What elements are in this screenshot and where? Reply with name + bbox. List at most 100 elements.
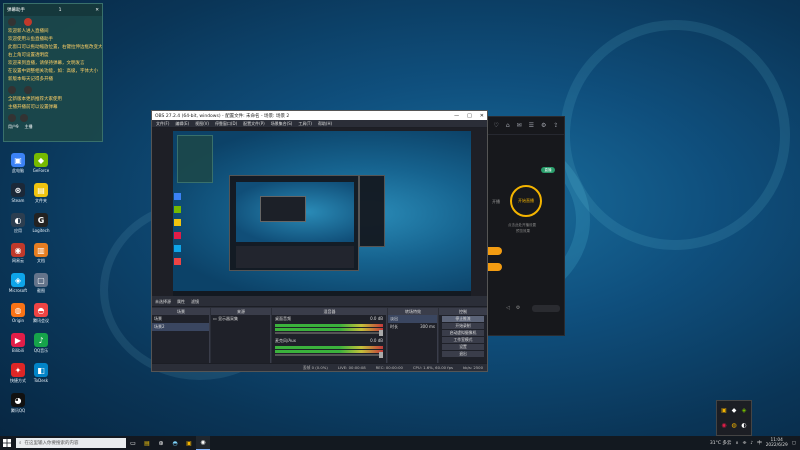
chevron-up-icon[interactable]: ∧ xyxy=(735,441,738,446)
virtual-camera-button[interactable]: 启动虚拟摄像机 xyxy=(442,330,484,336)
app-icon: ◕ xyxy=(11,393,25,407)
chat-user: 主播 xyxy=(24,124,33,129)
obs-titlebar[interactable]: OBS 27.2.4 (64-bit, windows) - 配置文件: 未命名… xyxy=(152,111,487,120)
volume-slider[interactable] xyxy=(275,330,383,336)
exit-button[interactable]: 退出 xyxy=(442,351,484,357)
menu-view[interactable]: 视图(V) xyxy=(195,121,209,127)
settings-button[interactable]: 设置 xyxy=(442,344,484,350)
studio-mode-button[interactable]: 工作室模式 xyxy=(442,337,484,343)
menu-tools[interactable]: 工具(T) xyxy=(298,121,312,127)
obs-window[interactable]: OBS 27.2.4 (64-bit, windows) - 配置文件: 未命名… xyxy=(151,110,488,372)
tray-icon[interactable]: ◈ xyxy=(740,404,748,417)
chat-user: 用户9 xyxy=(8,124,19,129)
start-live-button[interactable]: 开始直播 xyxy=(510,185,542,217)
desktop-icon[interactable]: ▤ 文件夹 xyxy=(28,183,54,204)
desktop-icon[interactable]: ◆ GeForce xyxy=(28,153,54,173)
desktop-icon[interactable]: ♪ QQ音乐 xyxy=(28,333,54,354)
ime-icon[interactable]: 中 xyxy=(757,440,762,446)
mail-icon[interactable]: ✉ xyxy=(517,122,522,129)
weather-text[interactable]: 31°C 多云 xyxy=(710,440,732,446)
chat-message: 此窗口可以拖动缩放位置，右键拉伸边框改变大小 xyxy=(8,45,102,50)
clock-date: 2022/6/29 xyxy=(765,443,788,448)
obs-taskbar-icon[interactable]: ◉ xyxy=(196,436,210,450)
chat-message: 欢迎使用斗鱼直播助手 xyxy=(8,37,53,42)
source-item[interactable]: ▭ 显示器采集 xyxy=(211,315,270,323)
close-icon[interactable]: ✕ xyxy=(480,113,484,119)
network-icon[interactable]: ⌯ xyxy=(743,440,747,446)
volume-meter xyxy=(275,346,383,349)
scene-item[interactable]: 场景2 xyxy=(152,323,209,331)
tray-icon[interactable]: ◐ xyxy=(740,419,748,432)
app-icon: ✦ xyxy=(11,363,25,377)
menu-help[interactable]: 帮助(H) xyxy=(318,121,332,127)
properties-button[interactable]: 属性 xyxy=(177,299,185,305)
close-icon[interactable]: ✕ xyxy=(95,8,99,13)
desktop-icon-label: Logitech xyxy=(32,228,50,233)
stream-app-icon[interactable]: ▣ xyxy=(182,436,196,450)
taskbar-search[interactable]: ⌕ 在这里输入你要搜索的内容 xyxy=(16,438,126,448)
duration-label: 时长 xyxy=(390,324,398,329)
app-icon: ▤ xyxy=(34,183,48,197)
status-rec: REC: 00:00:00 xyxy=(375,365,403,370)
filters-button[interactable]: 滤镜 xyxy=(191,299,199,305)
orange-tab[interactable] xyxy=(488,247,502,255)
volume-icon[interactable]: ♪ xyxy=(750,441,753,446)
stop-streaming-button[interactable]: 停止推流 xyxy=(442,316,484,322)
gear-icon[interactable]: ⚙ xyxy=(541,122,546,129)
task-view-icon[interactable]: ▭ xyxy=(126,436,140,450)
share-icon[interactable]: ⇪ xyxy=(553,122,558,129)
app-icon: ▶ xyxy=(11,333,25,347)
start-recording-button[interactable]: 开始录制 xyxy=(442,323,484,329)
transition-select[interactable]: 淡出 xyxy=(388,315,437,323)
explorer-icon[interactable]: ▤ xyxy=(140,436,154,450)
maximize-icon[interactable]: □ xyxy=(467,113,472,119)
app-icon: ◧ xyxy=(34,363,48,377)
chevron-left-icon[interactable]: ◁ xyxy=(506,305,510,311)
chat-header[interactable]: 弹幕助手 1 ✕ xyxy=(4,4,102,16)
heart-icon[interactable]: ♡ xyxy=(493,122,498,129)
tray-icon[interactable]: ◉ xyxy=(720,419,728,432)
desktop-icon[interactable]: ◓ 腾讯会议 xyxy=(28,303,54,324)
wallpaper-swirl xyxy=(560,20,790,250)
app-icon: ▥ xyxy=(34,243,48,257)
menu-icon[interactable]: ☰ xyxy=(529,122,534,129)
desktop-icon[interactable]: ▢ 截图 xyxy=(28,273,54,294)
stream-assistant-window[interactable]: ♡ ⌂ ✉ ☰ ⚙ ⇪ 直播 开播 开始直播 点击此处开播设置 预览效果 ◁ ⚙ xyxy=(487,116,565,336)
chat-app-icon[interactable]: ◓ xyxy=(168,436,182,450)
menu-edit[interactable]: 编辑(E) xyxy=(175,121,189,127)
orange-tab[interactable] xyxy=(488,263,502,271)
desktop-icon[interactable]: G Logitech xyxy=(28,213,54,233)
stream-input[interactable] xyxy=(532,305,560,312)
obs-preview[interactable] xyxy=(173,131,471,296)
gear-icon[interactable]: ⚙ xyxy=(516,305,520,311)
source-item-label: 显示器采集 xyxy=(218,316,239,321)
tray-icon[interactable]: ◍ xyxy=(730,419,738,432)
volume-slider[interactable] xyxy=(275,352,383,358)
menu-file[interactable]: 文件(F) xyxy=(156,121,169,127)
nested-taskbar xyxy=(173,291,471,296)
app-icon: G xyxy=(34,213,48,227)
desktop-icon[interactable]: ◕ 腾讯QQ xyxy=(5,393,31,414)
clock[interactable]: 11:04 2022/6/29 xyxy=(766,438,788,448)
menu-scene-collection[interactable]: 场景集合(S) xyxy=(271,121,293,127)
danmaku-chat-panel[interactable]: 弹幕助手 1 ✕ 欢迎新人进入直播间 欢迎使用斗鱼直播助手 此窗口可以拖动缩放位… xyxy=(3,3,103,142)
home-icon[interactable]: ⌂ xyxy=(506,122,510,129)
tray-icon[interactable]: ▣ xyxy=(720,404,728,417)
minimize-icon[interactable]: — xyxy=(454,113,459,119)
desktop-icon[interactable]: ◧ ToDesk xyxy=(28,363,54,383)
menu-docks[interactable]: 停靠窗口(D) xyxy=(215,121,237,127)
stream-toolbar: ♡ ⌂ ✉ ☰ ⚙ ⇪ xyxy=(488,117,564,135)
menu-profile[interactable]: 配置文件(P) xyxy=(243,121,265,127)
steam-icon[interactable]: ⊛ xyxy=(154,436,168,450)
track-value: 0.0 dB xyxy=(370,316,383,321)
duration-input[interactable]: 300 ms xyxy=(420,324,435,330)
scene-item[interactable]: 场景 xyxy=(152,315,209,323)
windows-icon xyxy=(3,439,11,447)
sources-dock-header: 来源 xyxy=(211,308,271,315)
tray-icon[interactable]: ◆ xyxy=(730,404,738,417)
desktop-icon[interactable]: ▥ 文档 xyxy=(28,243,54,264)
status-dropped-frames: 丢帧 0 (0.0%) xyxy=(302,364,328,370)
windows-start-button[interactable] xyxy=(0,436,14,450)
notification-icon[interactable]: ▢ xyxy=(792,441,796,446)
transition-duration: 时长 300 ms xyxy=(388,323,437,331)
